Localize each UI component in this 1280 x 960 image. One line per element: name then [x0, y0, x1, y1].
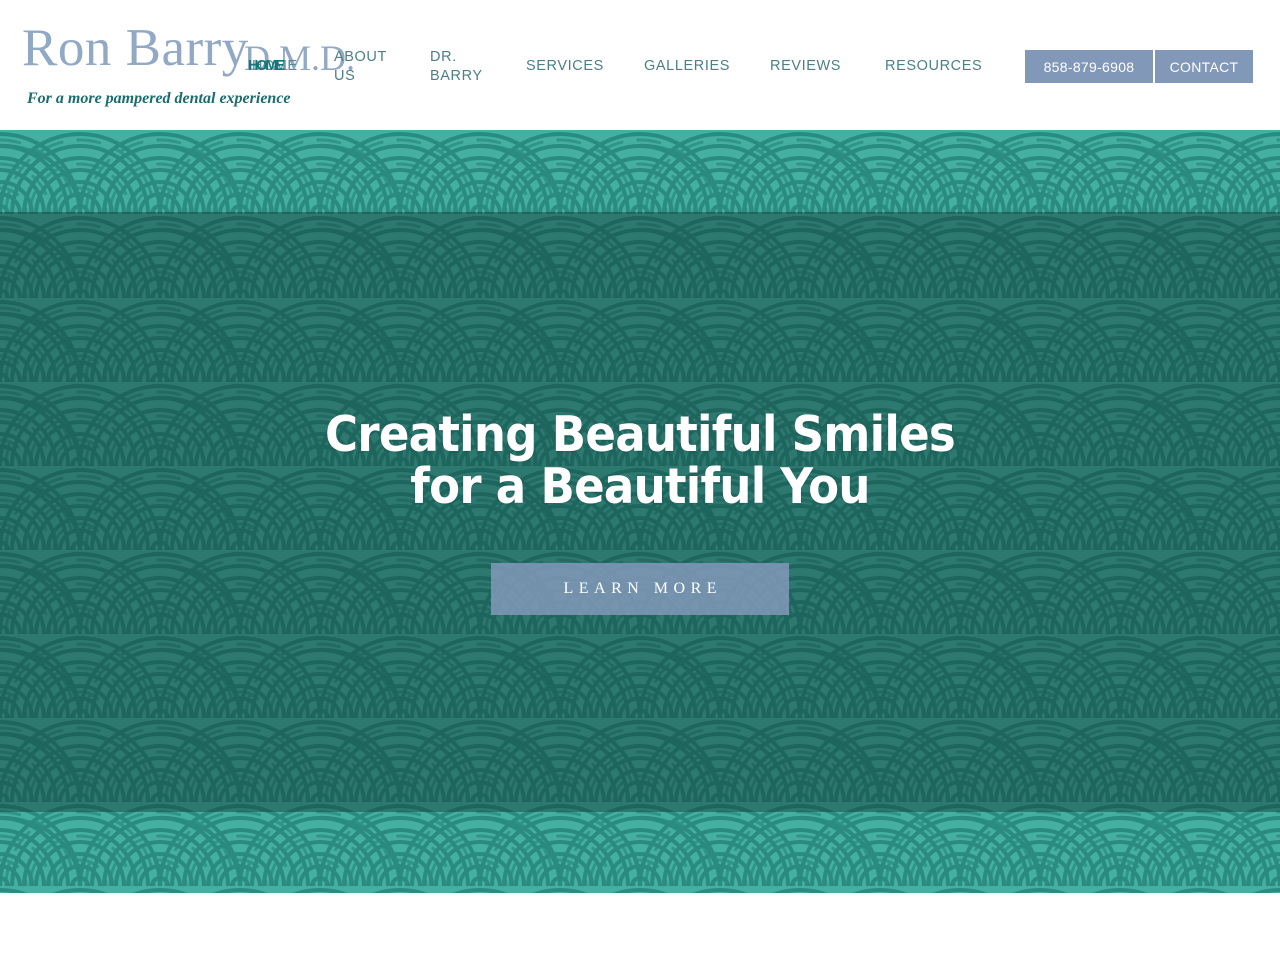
nav-item-dr-barry[interactable]: DR. BARRY	[430, 48, 483, 86]
page-body-area	[0, 893, 1280, 960]
hero-section: Creating Beautiful Smiles for a Beautifu…	[0, 130, 1280, 893]
nav-item-about-us[interactable]: ABOUT US	[334, 48, 387, 86]
main-navigation: HOME HOME ABOUT US DR. BARRY SERVICES GA…	[248, 0, 1028, 130]
hero-content: Creating Beautiful Smiles for a Beautifu…	[0, 130, 1280, 893]
header-actions: 858-879-6908 CONTACT	[1025, 50, 1253, 83]
brand-name: Ron Barry	[22, 19, 249, 77]
hero-headline: Creating Beautiful Smiles for a Beautifu…	[324, 405, 956, 515]
learn-more-button[interactable]: LEARN MORE	[491, 562, 789, 615]
nav-item-home[interactable]: HOME	[248, 57, 285, 76]
phone-button[interactable]: 858-879-6908	[1025, 50, 1153, 83]
nav-item-resources[interactable]: RESOURCES	[885, 57, 982, 76]
nav-item-services[interactable]: SERVICES	[526, 57, 604, 76]
site-header: Ron Barry D.M.D. For a more pampered den…	[0, 0, 1280, 130]
nav-item-reviews[interactable]: REVIEWS	[770, 57, 841, 76]
contact-button[interactable]: CONTACT	[1155, 50, 1253, 83]
nav-item-galleries[interactable]: GALLERIES	[644, 57, 730, 76]
